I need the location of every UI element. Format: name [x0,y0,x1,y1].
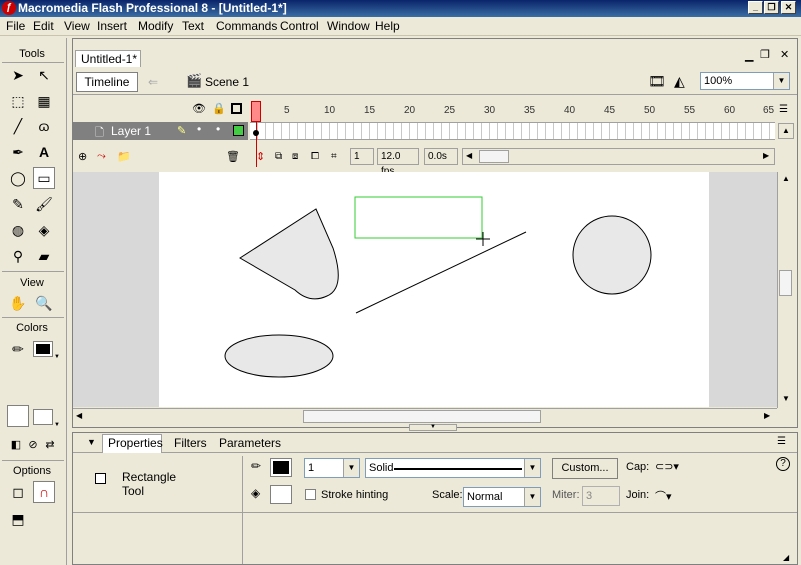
stroke-color-button[interactable] [270,458,292,477]
stroke-hinting-checkbox[interactable] [305,489,316,500]
divider [242,456,243,564]
tab-properties[interactable]: Properties [108,436,163,450]
cap-label: Cap: [626,461,650,473]
join-label: Join: [626,489,650,501]
fill-bucket-icon: ◈ [251,486,261,500]
stroke-hinting-label: Stroke hinting [321,489,389,501]
scroll-thumb[interactable] [303,410,541,423]
custom-button[interactable]: Custom... [552,458,618,479]
panel-menu-icon[interactable]: ☰ [777,436,786,447]
divider [243,512,797,513]
stroke-weight-input[interactable]: 1 ▼ [304,458,360,478]
help-icon[interactable]: ? [776,457,790,471]
tool-icon-box [95,473,106,484]
tab-filters[interactable]: Filters [174,436,207,450]
tab-parameters[interactable]: Parameters [219,436,281,450]
chevron-down-icon[interactable]: ▼ [524,488,540,506]
chevron-down-icon[interactable]: ▼ [343,459,359,477]
cap-style-icon[interactable]: ⊂⊃▾ [655,460,679,473]
scroll-left-icon[interactable]: ◀ [76,411,82,420]
line-shape[interactable] [355,231,527,314]
circle-shape[interactable] [572,215,652,295]
scroll-up-icon[interactable]: ▲ [782,174,790,183]
stroke-weight-value: 1 [308,462,315,474]
ellipse-shape[interactable] [224,334,334,378]
scale-select[interactable]: Normal ▼ [463,487,541,507]
crosshair-cursor-icon [476,232,490,246]
stage-vscroll[interactable]: ▲ ▼ [777,172,794,408]
stroke-style-preview [394,468,522,470]
stroke-pencil-icon: ✏ [251,459,262,473]
irregular-shape[interactable] [239,208,339,300]
scroll-down-icon[interactable]: ▼ [782,394,790,403]
rectangle-outline[interactable] [354,196,483,239]
tool-name: Rectangle Tool [122,470,177,498]
scale-value: Normal [467,491,503,503]
resize-grip-icon[interactable]: ◢ [783,553,789,562]
fill-color-button[interactable] [270,485,292,504]
stroke-style-value: Solid [369,462,394,474]
join-style-icon[interactable]: ⌒▾ [655,488,672,504]
scroll-thumb[interactable] [779,270,792,296]
miter-input[interactable]: 3 [582,486,620,506]
miter-label: Miter: [552,489,580,501]
stroke-style-select[interactable]: Solid ▼ [365,458,541,478]
scroll-right-icon[interactable]: ▶ [764,411,770,420]
collapse-panel-icon[interactable]: ▼ [409,424,457,431]
divider [73,512,242,513]
chevron-down-icon[interactable]: ▼ [524,459,540,477]
stage-hscroll[interactable]: ◀ ▶ [73,408,777,424]
scale-label: Scale: [432,489,463,501]
panel-collapse-icon[interactable]: ▼ [87,437,96,447]
